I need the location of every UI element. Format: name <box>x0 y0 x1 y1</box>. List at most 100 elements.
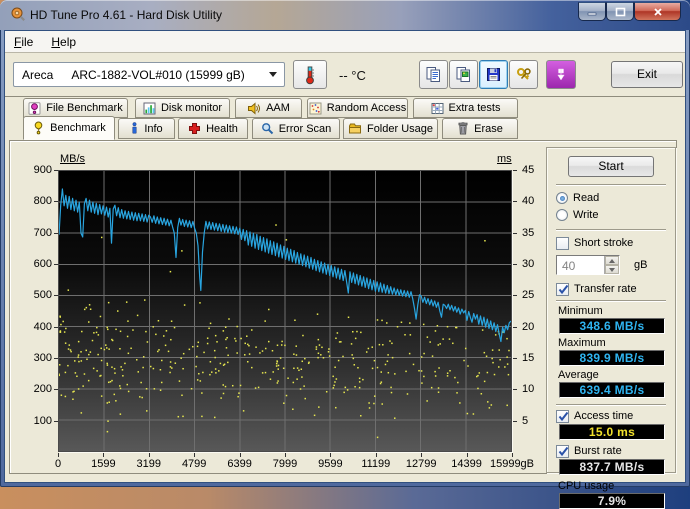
temperature-value: -- °C <box>339 68 366 83</box>
tab-label: Disk monitor <box>161 102 222 114</box>
burst-rate-row[interactable]: Burst rate <box>556 444 666 458</box>
menu-file[interactable]: File <box>5 32 42 52</box>
axis-label <box>513 201 517 202</box>
drive-model: ARC-1882-VOL#010 (15999 gB) <box>71 68 244 82</box>
menu-bar: File Help <box>5 31 685 53</box>
short-stroke-size-value: 40 <box>557 256 604 274</box>
download-arrow-icon <box>553 67 569 83</box>
axis-label <box>194 453 195 457</box>
access-time-label: Access time <box>574 410 633 422</box>
axis-label <box>54 327 58 328</box>
exit-button[interactable]: Exit <box>611 61 683 88</box>
read-label: Read <box>573 192 599 204</box>
menu-help[interactable]: Help <box>42 32 85 52</box>
folder-icon <box>348 122 362 135</box>
short-stroke-checkbox[interactable] <box>556 237 569 250</box>
short-stroke-size-row: 40 gB <box>556 255 666 275</box>
cpu-usage-value: 7.9% <box>559 493 665 509</box>
minimize-button[interactable] <box>578 2 606 21</box>
axis-label <box>513 421 517 422</box>
temperature-button[interactable] <box>293 60 327 89</box>
update-button[interactable] <box>546 60 576 89</box>
spin-down-button[interactable] <box>605 265 619 274</box>
chevron-down-icon <box>269 72 277 77</box>
benchmark-chart <box>58 170 512 452</box>
tab-info[interactable]: Info <box>118 118 175 139</box>
tab-erase[interactable]: Erase <box>442 118 518 139</box>
access-time-checkbox[interactable] <box>556 410 569 423</box>
axis-label <box>513 358 517 359</box>
random-access-icon <box>309 102 322 115</box>
axis-label: 15 <box>522 352 546 364</box>
write-radio-row[interactable]: Write <box>556 208 666 222</box>
axis-label <box>54 264 58 265</box>
tab-label: Benchmark <box>50 122 106 134</box>
drive-select-dropdown[interactable]: Areca ARC-1882-VOL#010 (15999 gB) <box>13 62 285 87</box>
axis-label <box>376 453 377 457</box>
save-button[interactable] <box>479 60 508 89</box>
tab-label: Random Access <box>327 102 406 114</box>
copy-image-button[interactable] <box>449 60 478 89</box>
spin-up-button[interactable] <box>605 256 619 265</box>
axis-label <box>513 170 517 171</box>
drive-vendor: Areca <box>22 68 53 82</box>
axis-label <box>149 453 150 457</box>
tab-folder-usage[interactable]: Folder Usage <box>343 118 438 139</box>
burst-rate-checkbox[interactable] <box>556 445 569 458</box>
maximize-button[interactable] <box>606 2 634 21</box>
access-time-value: 15.0 ms <box>559 424 665 440</box>
axis-label <box>513 264 517 265</box>
benchmark-page: MB/s ms 90080070060050040030020010045403… <box>9 140 677 474</box>
axis-label <box>513 295 517 296</box>
speaker-icon <box>247 102 261 115</box>
save-icon <box>485 66 502 83</box>
short-stroke-row[interactable]: Short stroke <box>556 236 666 250</box>
axis-label <box>54 170 58 171</box>
minimum-label: Minimum <box>558 305 666 317</box>
tab-aam[interactable]: AAM <box>235 98 302 118</box>
axis-label: 25 <box>522 289 546 301</box>
tab-disk-monitor[interactable]: Disk monitor <box>135 98 230 118</box>
axis-label <box>240 453 241 457</box>
read-radio[interactable] <box>556 192 568 204</box>
axis-label: 800 <box>18 195 52 207</box>
axis-label <box>513 389 517 390</box>
title-bar[interactable]: HD Tune Pro 4.61 - Hard Disk Utility <box>0 0 690 30</box>
tab-label: Extra tests <box>449 102 501 114</box>
minimize-icon <box>587 7 597 16</box>
close-button[interactable] <box>634 2 681 21</box>
copy-text-button[interactable] <box>419 60 448 89</box>
tab-file-benchmark[interactable]: File Benchmark <box>23 98 128 118</box>
read-radio-row[interactable]: Read <box>556 191 666 205</box>
axis-label <box>512 453 513 457</box>
axis-label: 700 <box>18 227 52 239</box>
axis-label: 900 <box>18 164 52 176</box>
info-icon <box>130 122 139 135</box>
transfer-rate-checkbox[interactable] <box>556 283 569 296</box>
write-radio[interactable] <box>556 209 568 221</box>
transfer-rate-row[interactable]: Transfer rate <box>556 282 666 296</box>
axis-label <box>513 327 517 328</box>
tab-random-access[interactable]: Random Access <box>307 98 408 118</box>
benchmark-controls-panel: Start Read Write Short stroke 4 <box>546 147 676 473</box>
minimum-value: 348.6 MB/s <box>559 318 665 334</box>
file-benchmark-icon <box>28 102 41 115</box>
axis-label: 100 <box>18 415 52 427</box>
keys-icon <box>515 66 533 84</box>
axis-label: 600 <box>18 258 52 270</box>
tab-error-scan[interactable]: Error Scan <box>252 118 340 139</box>
short-stroke-label: Short stroke <box>574 237 633 249</box>
access-time-row[interactable]: Access time <box>556 409 666 423</box>
start-button[interactable]: Start <box>568 156 654 177</box>
axis-label: 45 <box>522 164 546 176</box>
tab-health[interactable]: Health <box>178 118 248 139</box>
axis-label: 5 <box>522 415 546 427</box>
options-button[interactable] <box>509 60 538 89</box>
tab-extra-tests[interactable]: Extra tests <box>413 98 518 118</box>
window-title: HD Tune Pro 4.61 - Hard Disk Utility <box>30 8 222 22</box>
tab-strip: File Benchmark Disk monitor AAM <box>5 97 685 140</box>
short-stroke-size-input[interactable]: 40 <box>556 255 620 275</box>
tab-benchmark[interactable]: Benchmark <box>23 116 115 140</box>
separator <box>556 184 666 186</box>
axis-label <box>467 453 468 457</box>
